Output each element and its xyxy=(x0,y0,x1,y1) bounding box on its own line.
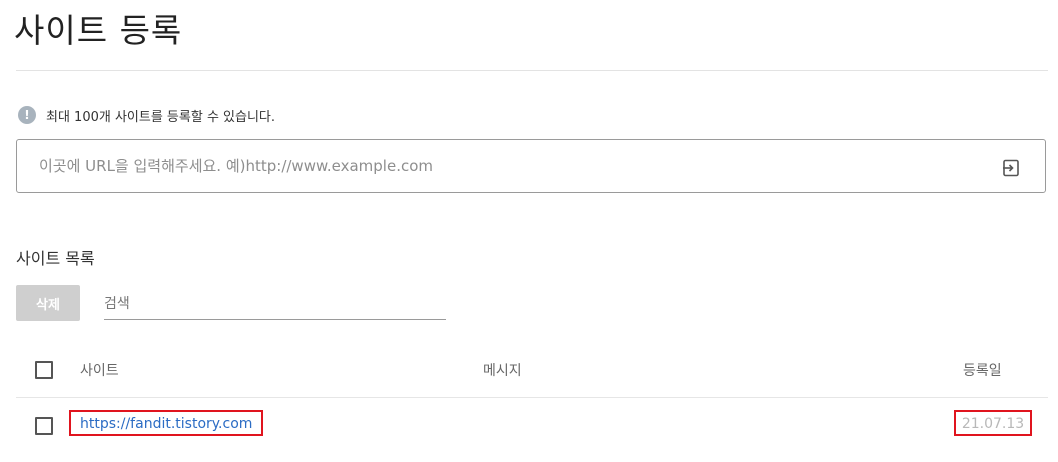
url-input[interactable] xyxy=(39,154,979,178)
enter-icon[interactable] xyxy=(1001,158,1021,178)
url-input-box xyxy=(16,139,1046,193)
info-icon: ! xyxy=(18,106,36,124)
row-registered-date: 21.07.13 xyxy=(954,410,1032,436)
title-divider xyxy=(16,70,1048,71)
select-all-checkbox[interactable] xyxy=(35,361,53,379)
delete-button[interactable]: 삭제 xyxy=(16,285,80,321)
notice-text: 최대 100개 사이트를 등록할 수 있습니다. xyxy=(46,109,276,125)
page-title: 사이트 등록 xyxy=(14,11,183,50)
search-input[interactable] xyxy=(104,288,446,320)
table-header: 사이트 메시지 등록일 xyxy=(16,345,1048,398)
site-list-title: 사이트 목록 xyxy=(16,249,95,268)
site-url-link[interactable]: https://fandit.tistory.com xyxy=(69,410,264,436)
column-registered-date: 등록일 xyxy=(963,363,1002,379)
column-message: 메시지 xyxy=(483,363,522,379)
site-registration-page: 사이트 등록 ! 최대 100개 사이트를 등록할 수 있습니다. 사이트 목록… xyxy=(0,0,1058,462)
notice: ! 최대 100개 사이트를 등록할 수 있습니다. xyxy=(18,105,275,125)
row-checkbox[interactable] xyxy=(35,417,53,435)
column-site: 사이트 xyxy=(80,363,119,379)
table-row: https://fandit.tistory.com 21.07.13 xyxy=(16,398,1048,454)
